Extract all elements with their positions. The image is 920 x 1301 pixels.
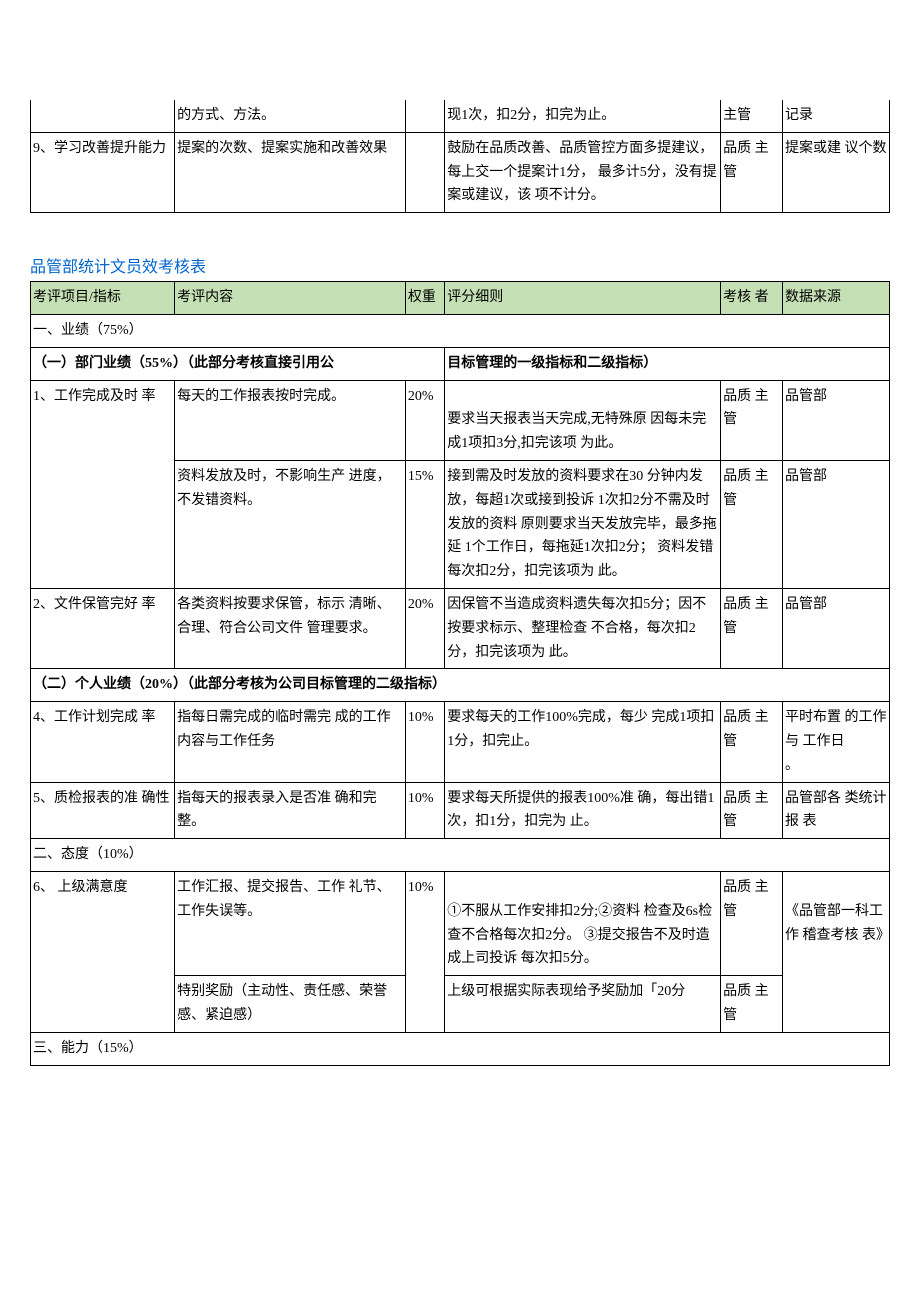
table-row: 6、 上级满意度 工作汇报、提交报告、工作 礼节、工作失误等。 10% ①不服从…: [31, 871, 890, 975]
table-row: 的方式、方法。 现1次，扣2分，扣完为止。 主管 记录: [31, 100, 890, 132]
cell: 品管部: [782, 588, 889, 668]
subsection-right: 目标管理的一级指标和二级指标）: [445, 347, 890, 380]
header-row: 考评项目/指标 考评内容 权重 评分细则 考核 者 数据来源: [31, 282, 890, 315]
cell: 平时布置 的工作与 工作日 。: [782, 702, 889, 782]
table-row: 5、质检报表的准 确性 指每天的报表录入是否准 确和完整。 10% 要求每天所提…: [31, 782, 890, 839]
cell: 6、 上级满意度: [31, 871, 175, 1032]
header-cell: 权重: [405, 282, 444, 315]
cell: 品管部: [782, 380, 889, 460]
cell: 提案的次数、提案实施和改善效果: [175, 132, 406, 212]
header-cell: 考评项目/指标: [31, 282, 175, 315]
subsection-text: （一）部门业绩（55%）（此部分考核直接引用公: [33, 356, 334, 371]
cell: 要求当天报表当天完成,无特殊原 因每未完成1项扣3分,扣完该项 为此。: [445, 380, 721, 460]
cell: 品质 主管: [721, 871, 783, 975]
subsection-left: （一）部门业绩（55%）（此部分考核直接引用公: [31, 347, 445, 380]
cell: 指每天的报表录入是否准 确和完整。: [175, 782, 406, 839]
cell: 要求每天的工作100%完成，每少 完成1项扣1分，扣完止。: [445, 702, 721, 782]
cell: 1、工作完成及时 率: [31, 380, 175, 588]
cell: 品管部: [782, 460, 889, 588]
cell: 接到需及时发放的资料要求在30 分钟内发放，每超1次或接到投诉 1次扣2分不需及…: [445, 460, 721, 588]
section-label: 二、态度（10%）: [31, 839, 890, 872]
table-row: 4、工作计划完成 率 指每日需完成的临时需完 成的工作内容与工作任务 10% 要…: [31, 702, 890, 782]
section-label: 三、能力（15%）: [31, 1032, 890, 1065]
cell: [405, 132, 444, 212]
section-label: 一、业绩（75%）: [31, 314, 890, 347]
section-row: 三、能力（15%）: [31, 1032, 890, 1065]
section-row: 一、业绩（75%）: [31, 314, 890, 347]
cell: 品质 主管: [721, 976, 783, 1033]
table-title: 品管部统计文员效考核表: [30, 253, 890, 277]
header-cell: 数据来源: [782, 282, 889, 315]
cell: 品质 主管: [721, 132, 783, 212]
cell: 各类资料按要求保管，标示 清晰、合理、符合公司文件 管理要求。: [175, 588, 406, 668]
cell: 主管: [721, 100, 783, 132]
cell: 4、工作计划完成 率: [31, 702, 175, 782]
table-row: 9、学习改善提升能力 提案的次数、提案实施和改善效果 鼓励在品质改善、品质管控方…: [31, 132, 890, 212]
cell: 现1次，扣2分，扣完为止。: [445, 100, 721, 132]
cell: [405, 100, 444, 132]
cell-text: 《品管部一科工作 稽查考核 表》: [785, 904, 890, 943]
cell: 品质 主管: [721, 588, 783, 668]
cell: 鼓励在品质改善、品质管控方面多提建议，每上交一个提案计1分， 最多计5分，没有提…: [445, 132, 721, 212]
table-row: 1、工作完成及时 率 每天的工作报表按时完成。 20% 要求当天报表当天完成,无…: [31, 380, 890, 460]
header-cell: 考核 者: [721, 282, 783, 315]
cell: 5、质检报表的准 确性: [31, 782, 175, 839]
subsection-text: （二）个人业绩（20%）（此部分考核为公司目标管理的二级指标）: [33, 677, 446, 692]
cell: 指每日需完成的临时需完 成的工作内容与工作任务: [175, 702, 406, 782]
cell: 15%: [405, 460, 444, 588]
cell: 20%: [405, 588, 444, 668]
cell: ①不服从工作安排扣2分;②资料 检查及6s检查不合格每次扣2分。 ③提交报告不及…: [445, 871, 721, 975]
cell: 9、学习改善提升能力: [31, 132, 175, 212]
cell: 特别奖励（主动性、责任感、荣誉感、紧迫感）: [175, 976, 406, 1033]
subsection-label: （二）个人业绩（20%）（此部分考核为公司目标管理的二级指标）: [31, 669, 890, 702]
cell: 记录: [782, 100, 889, 132]
subsection-row: （二）个人业绩（20%）（此部分考核为公司目标管理的二级指标）: [31, 669, 890, 702]
cell: 20%: [405, 380, 444, 460]
cell: 资料发放及时，不影响生产 进度，不发错资料。: [175, 460, 406, 588]
cell: [31, 100, 175, 132]
cell: 提案或建 议个数: [782, 132, 889, 212]
cell: 每天的工作报表按时完成。: [175, 380, 406, 460]
cell: 的方式、方法。: [175, 100, 406, 132]
section-row: 二、态度（10%）: [31, 839, 890, 872]
subsection-text: 目标管理的一级指标和二级指标）: [447, 356, 657, 371]
cell-text: ①不服从工作安排扣2分;②资料 检查及6s检查不合格每次扣2分。 ③提交报告不及…: [447, 904, 712, 967]
cell: 要求每天所提供的报表100%准 确，每出错1次，扣1分，扣完为 止。: [445, 782, 721, 839]
cell: 品质 主管: [721, 782, 783, 839]
top-fragment-table: 的方式、方法。 现1次，扣2分，扣完为止。 主管 记录 9、学习改善提升能力 提…: [30, 100, 890, 213]
cell: 因保管不当造成资料遗失每次扣5分；因不按要求标示、整理检查 不合格，每次扣2分，…: [445, 588, 721, 668]
cell: 10%: [405, 702, 444, 782]
cell: 品管部各 类统计报 表: [782, 782, 889, 839]
subsection-row: （一）部门业绩（55%）（此部分考核直接引用公 目标管理的一级指标和二级指标）: [31, 347, 890, 380]
cell: 2、文件保管完好 率: [31, 588, 175, 668]
cell: 品质 主管: [721, 702, 783, 782]
table-row: 2、文件保管完好 率 各类资料按要求保管，标示 清晰、合理、符合公司文件 管理要…: [31, 588, 890, 668]
cell: 上级可根据实际表现给予奖励加「20分: [445, 976, 721, 1033]
cell: 《品管部一科工作 稽查考核 表》: [782, 871, 889, 1032]
cell: 10%: [405, 871, 444, 1032]
cell: 工作汇报、提交报告、工作 礼节、工作失误等。: [175, 871, 406, 975]
cell: 品质 主管: [721, 380, 783, 460]
header-cell: 评分细则: [445, 282, 721, 315]
cell-text: 要求当天报表当天完成,无特殊原 因每未完成1项扣3分,扣完该项 为此。: [447, 412, 706, 451]
assessment-table: 考评项目/指标 考评内容 权重 评分细则 考核 者 数据来源 一、业绩（75%）…: [30, 281, 890, 1065]
cell: 10%: [405, 782, 444, 839]
header-cell: 考评内容: [175, 282, 406, 315]
cell: 品质 主管: [721, 460, 783, 588]
